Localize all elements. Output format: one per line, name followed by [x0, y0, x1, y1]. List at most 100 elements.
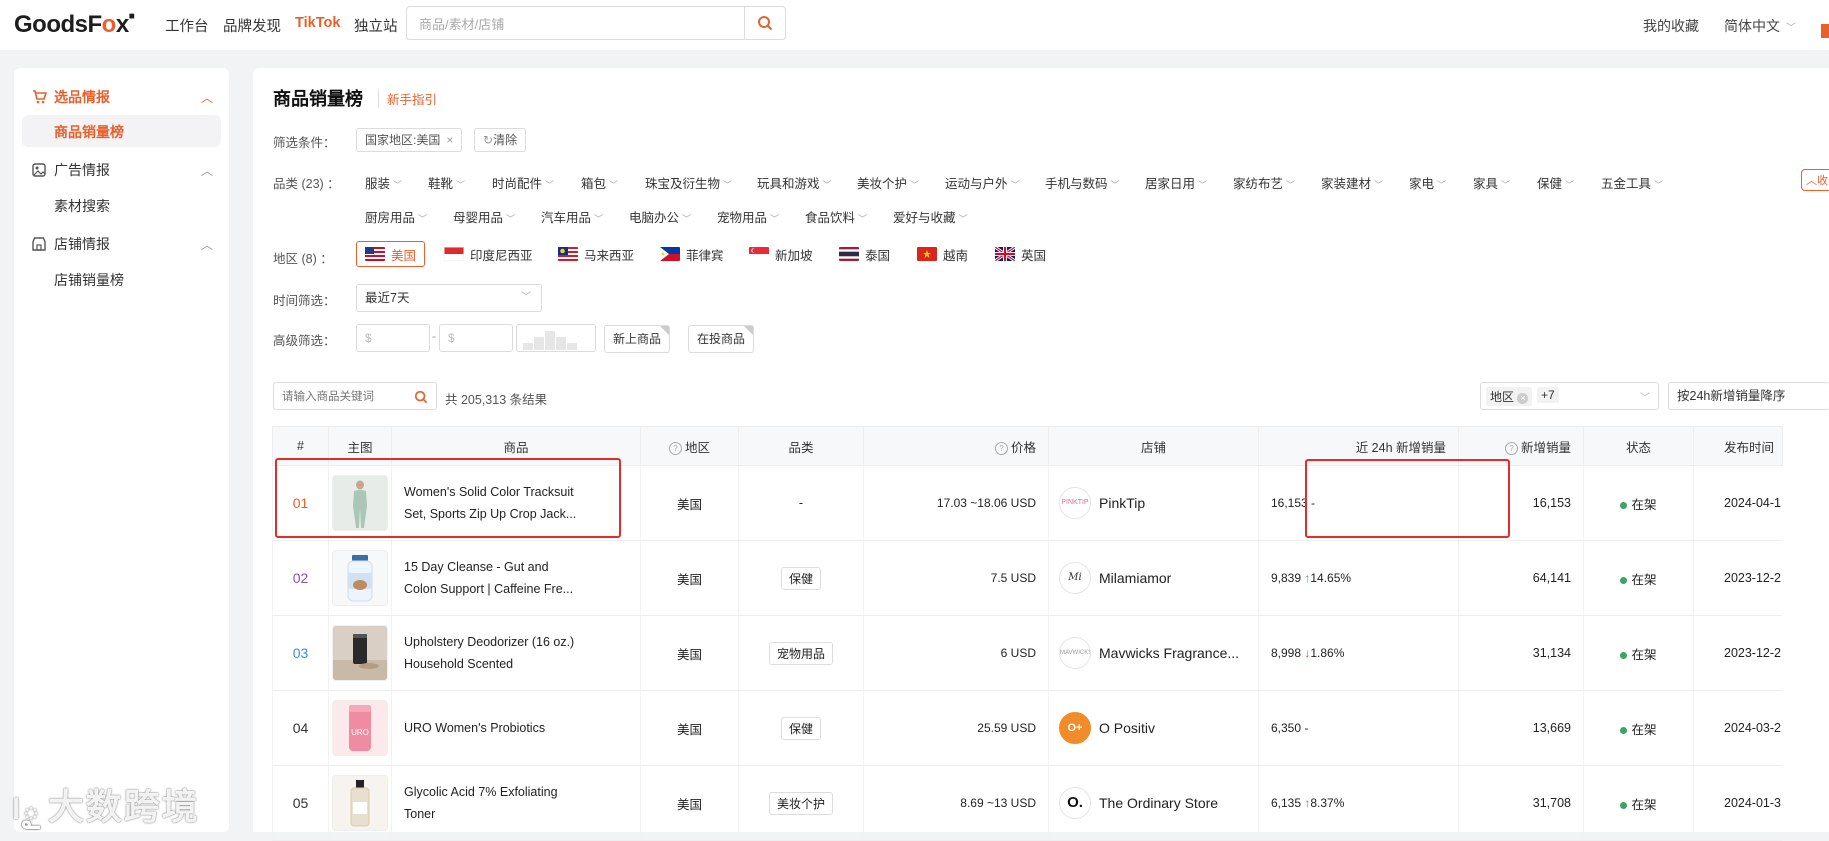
table-row[interactable]: 04 URO URO Women's Probiotics 美国 保健 25.5…: [272, 690, 1782, 766]
chevron-up-icon[interactable]: ︿: [201, 162, 213, 179]
nav-workbench[interactable]: 工作台: [165, 15, 209, 36]
category-office[interactable]: 电脑办公 ﹀: [629, 207, 691, 226]
category-beauty[interactable]: 美妆个护 ﹀: [857, 173, 919, 192]
category-furniture[interactable]: 家具 ﹀: [1473, 173, 1510, 192]
sales-histogram-filter[interactable]: [516, 324, 596, 352]
beginner-guide-link[interactable]: 新手指引: [378, 89, 437, 108]
product-name-cell[interactable]: URO Women's Probiotics: [391, 690, 641, 766]
sidebar-item-product-sales-rank[interactable]: 商品销量榜: [54, 122, 124, 142]
category-jewelry[interactable]: 珠宝及衍生物 ﹀: [645, 173, 732, 192]
store-cell[interactable]: PINKTIP PinkTip: [1048, 465, 1259, 541]
global-search-input[interactable]: [407, 7, 761, 41]
store-cell[interactable]: O+ O Positiv: [1048, 690, 1259, 766]
table-row[interactable]: 05 Glycolic Acid 7% Exfoliating Toner 美国 …: [272, 765, 1782, 841]
store-cell[interactable]: MAVWICKS Mavwicks Fragrance...: [1048, 615, 1259, 691]
category-hardware-tools[interactable]: 五金工具 ﹀: [1601, 173, 1663, 192]
close-circle-icon[interactable]: ×: [1517, 393, 1529, 404]
search-icon[interactable]: [414, 390, 428, 404]
side-tab-marker[interactable]: [1821, 24, 1829, 38]
sidebar-item-material-search[interactable]: 素材搜索: [54, 196, 110, 216]
price-min-input[interactable]: $: [356, 324, 430, 352]
category-household[interactable]: 居家日用 ﹀: [1145, 173, 1207, 192]
help-icon[interactable]: ?: [668, 441, 682, 455]
help-icon[interactable]: ?: [1504, 441, 1518, 455]
product-image-cell[interactable]: [328, 540, 392, 616]
product-image-cell[interactable]: [328, 615, 392, 691]
chevron-up-icon[interactable]: ︿: [201, 89, 213, 106]
close-icon[interactable]: ×: [446, 133, 453, 147]
store-logo: MAVWICKS: [1059, 637, 1091, 669]
region-philippines[interactable]: 菲律宾: [660, 241, 724, 267]
active-filter-chip[interactable]: 国家地区:美国 ×: [356, 128, 463, 152]
col-price[interactable]: ? 价格: [863, 426, 1049, 466]
category-sports-outdoor[interactable]: 运动与户外 ﹀: [945, 173, 1020, 192]
language-selector[interactable]: 简体中文 ﹀: [1724, 16, 1796, 36]
product-name-cell[interactable]: 15 Day Cleanse - Gut and Colon Support | …: [391, 540, 641, 616]
my-favorites-link[interactable]: 我的收藏: [1643, 16, 1699, 36]
sidebar-group-store-intel[interactable]: 店铺情报: [32, 234, 110, 254]
region-singapore[interactable]: 新加坡: [749, 241, 813, 267]
time-range-select[interactable]: 最近7天 ﹀: [356, 284, 542, 312]
product-thumbnail[interactable]: [332, 775, 388, 831]
category-kitchen[interactable]: 厨房用品 ﹀: [365, 207, 427, 226]
category-baby[interactable]: 母婴用品 ﹀: [453, 207, 515, 226]
category-building-materials[interactable]: 家装建材 ﹀: [1321, 173, 1383, 192]
table-row[interactable]: 03 Upholstery Deodorizer (16 oz.) Househo…: [272, 615, 1782, 691]
nav-independent-site[interactable]: 独立站: [354, 15, 398, 36]
category-pets[interactable]: 宠物用品 ﹀: [717, 207, 779, 226]
product-image-cell[interactable]: URO: [328, 690, 392, 766]
product-thumbnail[interactable]: [332, 550, 388, 606]
store-cell[interactable]: O. The Ordinary Store: [1048, 765, 1259, 841]
price-max-input[interactable]: $: [439, 324, 513, 352]
sort-select[interactable]: 按24h新增销量降序: [1668, 382, 1829, 410]
sidebar-item-store-sales-rank[interactable]: 店铺销量榜: [54, 270, 124, 290]
category-phones-digital[interactable]: 手机与数码 ﹀: [1045, 173, 1120, 192]
product-image-cell[interactable]: [328, 765, 392, 841]
category-appliances[interactable]: 家电 ﹀: [1409, 173, 1446, 192]
category-fashion-accessories[interactable]: 时尚配件 ﹀: [492, 173, 554, 192]
table-row[interactable]: 02 15 Day Cleanse - Gut and Colon Support…: [272, 540, 1782, 616]
category-hobbies[interactable]: 爱好与收藏 ﹀: [893, 207, 968, 226]
goodsfox-logo[interactable]: GoodsFox■: [14, 11, 135, 39]
category-clothing[interactable]: 服装 ﹀: [365, 173, 402, 192]
new-products-toggle[interactable]: 新上商品: [604, 325, 671, 353]
category-bags[interactable]: 箱包 ﹀: [581, 173, 618, 192]
region-indonesia[interactable]: 印度尼西亚: [444, 241, 533, 267]
category-toys-games[interactable]: 玩具和游戏 ﹀: [757, 173, 832, 192]
chevron-down-icon: ﹀: [1501, 180, 1511, 190]
store-cell[interactable]: Mi Milamiamor: [1048, 540, 1259, 616]
chevron-up-icon[interactable]: ︿: [201, 236, 213, 253]
region-malaysia[interactable]: 马来西亚: [558, 241, 634, 267]
region-thailand[interactable]: 泰国: [839, 241, 890, 267]
nav-tiktok[interactable]: TikTok: [295, 15, 340, 31]
chevron-down-icon: ﹀: [609, 180, 619, 190]
category-health[interactable]: 保健 ﹀: [1537, 173, 1574, 192]
category-textiles[interactable]: 家纺布艺 ﹀: [1233, 173, 1295, 192]
price-cell: 7.5 USD: [863, 540, 1049, 616]
category-auto[interactable]: 汽车用品 ﹀: [541, 207, 603, 226]
region-uk[interactable]: 英国: [995, 241, 1046, 267]
help-icon[interactable]: ?: [994, 441, 1008, 455]
keyword-search-input[interactable]: [274, 383, 414, 411]
product-name-cell[interactable]: Glycolic Acid 7% Exfoliating Toner: [391, 765, 641, 841]
status-cell: 在架: [1583, 765, 1694, 841]
chevron-down-icon: ﹀: [393, 180, 403, 190]
product-name-cell[interactable]: Upholstery Deodorizer (16 oz.) Household …: [391, 615, 641, 691]
product-thumbnail[interactable]: URO: [332, 700, 388, 756]
category-cell: 宠物用品: [738, 615, 864, 691]
region-vietnam[interactable]: 越南: [917, 241, 968, 267]
sidebar-group-ad-intel[interactable]: 广告情报: [32, 160, 110, 180]
sidebar-group-product-intel[interactable]: 选品情报: [32, 87, 110, 107]
search-button[interactable]: [744, 7, 785, 39]
region-multi-select[interactable]: 地区 × +7 ﹀: [1480, 382, 1659, 410]
product-thumbnail[interactable]: [332, 625, 388, 681]
nav-brand-discovery[interactable]: 品牌发现: [223, 15, 281, 36]
collapse-categories-button[interactable]: ︿收: [1801, 169, 1829, 191]
sidebar: 选品情报 ︿ 商品销量榜 广告情报 ︿ 素材搜索 店铺情报 ︿ 店铺销量榜: [14, 68, 229, 832]
category-shoes[interactable]: 鞋靴 ﹀: [428, 173, 465, 192]
clear-filters-button[interactable]: ↻清除: [474, 128, 527, 152]
category-food[interactable]: 食品饮料 ﹀: [805, 207, 867, 226]
in-ads-toggle[interactable]: 在投商品: [688, 325, 755, 353]
region-us[interactable]: 美国: [356, 241, 426, 267]
col-region[interactable]: ? 地区: [640, 426, 739, 466]
